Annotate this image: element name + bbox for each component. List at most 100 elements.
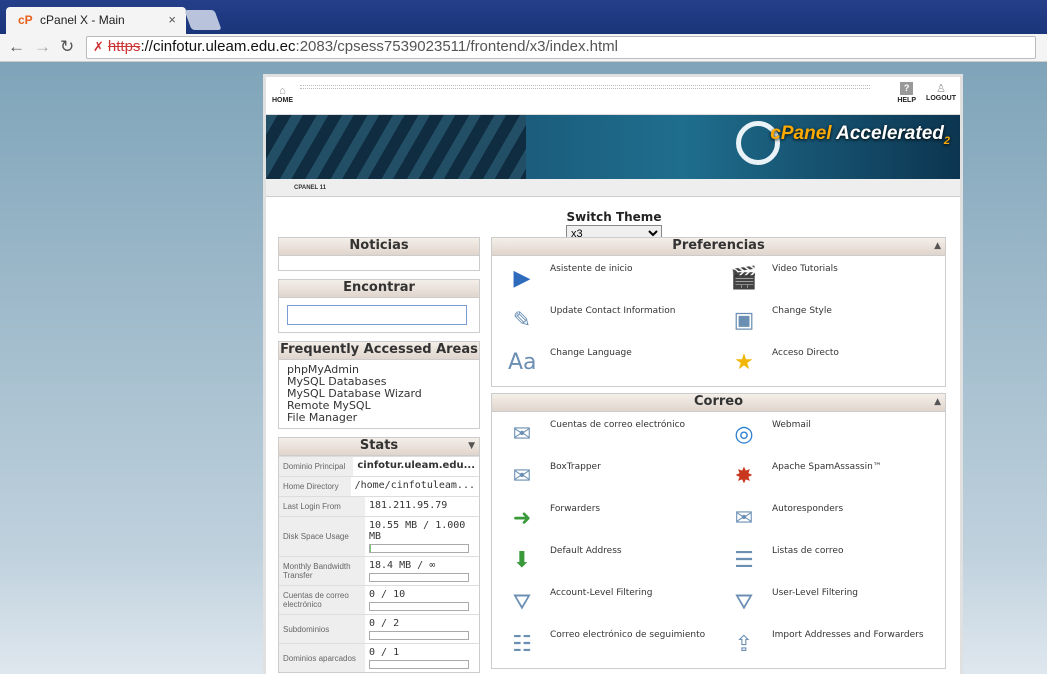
encontrar-box: Encontrar xyxy=(278,279,480,333)
stat-key: Dominio Principal xyxy=(279,457,354,476)
new-tab-button[interactable] xyxy=(184,10,222,30)
logo-prefix: cPanel xyxy=(770,123,832,144)
stat-row: Disk Space Usage 10.55 MB / 1.000 MB xyxy=(279,516,479,556)
shortcut-label: Apache SpamAssassin™ xyxy=(772,462,882,472)
stat-row: Cuentas de correo electrónico 0 / 10 xyxy=(279,585,479,614)
shortcut-boxtrapper[interactable]: ✉ BoxTrapper xyxy=(496,456,718,498)
link-file-manager[interactable]: File Manager xyxy=(287,412,471,424)
url-scheme: https xyxy=(107,38,141,55)
stat-value-text: 18.4 MB / ∞ xyxy=(369,560,436,571)
stat-value-text: 10.55 MB / 1.000 MB xyxy=(369,520,466,542)
shortcut-envelope[interactable]: ✉ Cuentas de correo electrónico xyxy=(496,414,718,456)
switch-theme-label: Switch Theme xyxy=(566,210,662,224)
browser-tab-bar: cP cPanel X - Main × xyxy=(0,0,1047,34)
preferencias-grid: ▶ Asistente de inicio 🎬 Video Tutorials ✎ Upd… xyxy=(492,256,945,386)
shortcut-contact[interactable]: ✎ Update Contact Information xyxy=(496,300,718,342)
top-navigation: ⌂ HOME ? HELP ♙ LOGOUT xyxy=(266,77,960,115)
address-bar[interactable]: ✗ https://cinfotur.uleam.edu.ec:2083/cpse… xyxy=(86,36,1036,59)
shortcut-spamassassin[interactable]: ✸ Apache SpamAssassin™ xyxy=(718,456,940,498)
shortcut-label: Webmail xyxy=(772,420,811,430)
logout-icon: ♙ xyxy=(936,83,946,95)
clapperboard-icon: 🎬 xyxy=(730,266,758,291)
home-icon: ⌂ xyxy=(279,85,286,97)
stat-key: Monthly Bandwidth Transfer xyxy=(279,557,365,585)
stat-row: Last Login From 181.211.95.79 xyxy=(279,496,479,516)
shortcut-label: Listas de correo xyxy=(772,546,844,556)
correo-grid: ✉ Cuentas de correo electrónico ◎ Webmail ✉ B… xyxy=(492,412,945,668)
envelope-icon: ✉ xyxy=(512,422,532,447)
shortcut-autoresponder[interactable]: ✉ Autoresponders xyxy=(718,498,940,540)
shortcut-play[interactable]: ▶ Asistente de inicio xyxy=(496,258,718,300)
noticias-header: Noticias xyxy=(279,238,479,256)
preferencias-section: Preferencias ▲ ▶ Asistente de inicio 🎬 Video… xyxy=(491,237,946,387)
help-link[interactable]: ? HELP xyxy=(897,82,916,104)
usage-bar xyxy=(369,573,469,582)
stat-value: cinfotur.uleam.edu... xyxy=(353,457,479,476)
close-tab-icon[interactable]: × xyxy=(168,12,176,27)
noticias-box: Noticias xyxy=(278,237,480,271)
import-icon: ⇪ xyxy=(734,632,754,657)
stats-title: Stats xyxy=(359,438,399,453)
frequent-header: Frequently Accessed Areas xyxy=(279,342,479,360)
stat-row: Home Directory/home/cinfotuleam... xyxy=(279,476,479,496)
stat-key: Cuentas de correo electrónico xyxy=(279,586,365,614)
collapse-arrow-icon[interactable]: ▲ xyxy=(934,241,941,251)
shortcut-default-address[interactable]: ⬇ Default Address xyxy=(496,540,718,582)
back-arrow-icon[interactable]: ← xyxy=(8,37,25,57)
stats-header[interactable]: Stats ▼ xyxy=(279,438,479,456)
shortcut-user-filter[interactable]: ⛛ User-Level Filtering xyxy=(718,582,940,624)
default-address-icon: ⬇ xyxy=(512,548,532,573)
stat-row: Subdominios 0 / 2 xyxy=(279,614,479,643)
shortcut-label: Acceso Directo xyxy=(772,348,839,358)
cpanel-favicon-icon: cP xyxy=(18,13,33,27)
shortcut-clapperboard[interactable]: 🎬 Video Tutorials xyxy=(718,258,940,300)
usage-bar xyxy=(369,544,469,553)
shortcut-label: Update Contact Information xyxy=(550,306,676,316)
cpanel-frame: ⌂ HOME ? HELP ♙ LOGOUT cPanel Accelerate… xyxy=(263,74,963,674)
shortcut-label: Cuentas de correo electrónico xyxy=(550,420,686,430)
reload-icon[interactable]: ↻ xyxy=(60,37,74,57)
shortcut-globe[interactable]: ◎ Webmail xyxy=(718,414,940,456)
forward-arrow-icon[interactable]: → xyxy=(34,37,51,57)
spamassassin-icon: ✸ xyxy=(734,464,754,489)
shortcut-mailing-list[interactable]: ☰ Listas de correo xyxy=(718,540,940,582)
url-host: ://cinfotur.uleam.edu.ec xyxy=(140,38,296,55)
preferencias-title: Preferencias xyxy=(672,238,765,253)
shortcut-label: Change Language xyxy=(550,348,632,358)
collapse-arrow-icon[interactable]: ▼ xyxy=(468,441,475,451)
stat-value: 10.55 MB / 1.000 MB xyxy=(365,517,479,556)
play-icon: ▶ xyxy=(513,266,531,291)
stat-value: 0 / 10 xyxy=(365,586,479,614)
preferencias-header[interactable]: Preferencias ▲ xyxy=(492,238,945,256)
right-column: Preferencias ▲ ▶ Asistente de inicio 🎬 Video… xyxy=(491,237,946,675)
shortcut-tracking[interactable]: ☷ Correo electrónico de seguimiento xyxy=(496,624,718,666)
nav-divider xyxy=(300,85,870,89)
stats-table: Dominio Principal cinfotur.uleam.edu... Ho… xyxy=(279,456,479,672)
shortcut-style[interactable]: ▣ Change Style xyxy=(718,300,940,342)
correo-header[interactable]: Correo ▲ xyxy=(492,394,945,412)
shortcut-label: Asistente de inicio xyxy=(550,264,633,274)
frequent-links: phpMyAdmin MySQL Databases MySQL Databas… xyxy=(279,360,479,428)
shortcut-forward[interactable]: ➜ Forwarders xyxy=(496,498,718,540)
mailing-list-icon: ☰ xyxy=(734,548,754,573)
logo-suffix: Accelerated xyxy=(836,123,944,144)
stat-value: 181.211.95.79 xyxy=(365,497,479,516)
stat-value: /home/cinfotuleam... xyxy=(351,477,479,496)
browser-tab[interactable]: cP cPanel X - Main × xyxy=(6,7,186,34)
shortcut-import[interactable]: ⇪ Import Addresses and Forwarders xyxy=(718,624,940,666)
shortcut-language[interactable]: Aa Change Language xyxy=(496,342,718,384)
home-link[interactable]: ⌂ HOME xyxy=(272,85,293,104)
network-cables-image xyxy=(266,115,526,179)
page-background: ⌂ HOME ? HELP ♙ LOGOUT cPanel Accelerate… xyxy=(0,62,1047,674)
search-input[interactable] xyxy=(287,305,467,325)
logout-link[interactable]: ♙ LOGOUT xyxy=(926,82,956,102)
shortcut-label: Default Address xyxy=(550,546,622,556)
left-column: Noticias Encontrar Frequently Accessed A… xyxy=(278,237,480,681)
shortcut-star[interactable]: ★ Acceso Directo xyxy=(718,342,940,384)
shortcut-filter[interactable]: ⛛ Account-Level Filtering xyxy=(496,582,718,624)
user-filter-icon: ⛛ xyxy=(734,590,754,615)
contact-icon: ✎ xyxy=(512,308,532,333)
cpanel-banner: cPanel Accelerated2 xyxy=(266,115,960,179)
usage-bar-fill xyxy=(370,545,371,552)
collapse-arrow-icon[interactable]: ▲ xyxy=(934,397,941,407)
